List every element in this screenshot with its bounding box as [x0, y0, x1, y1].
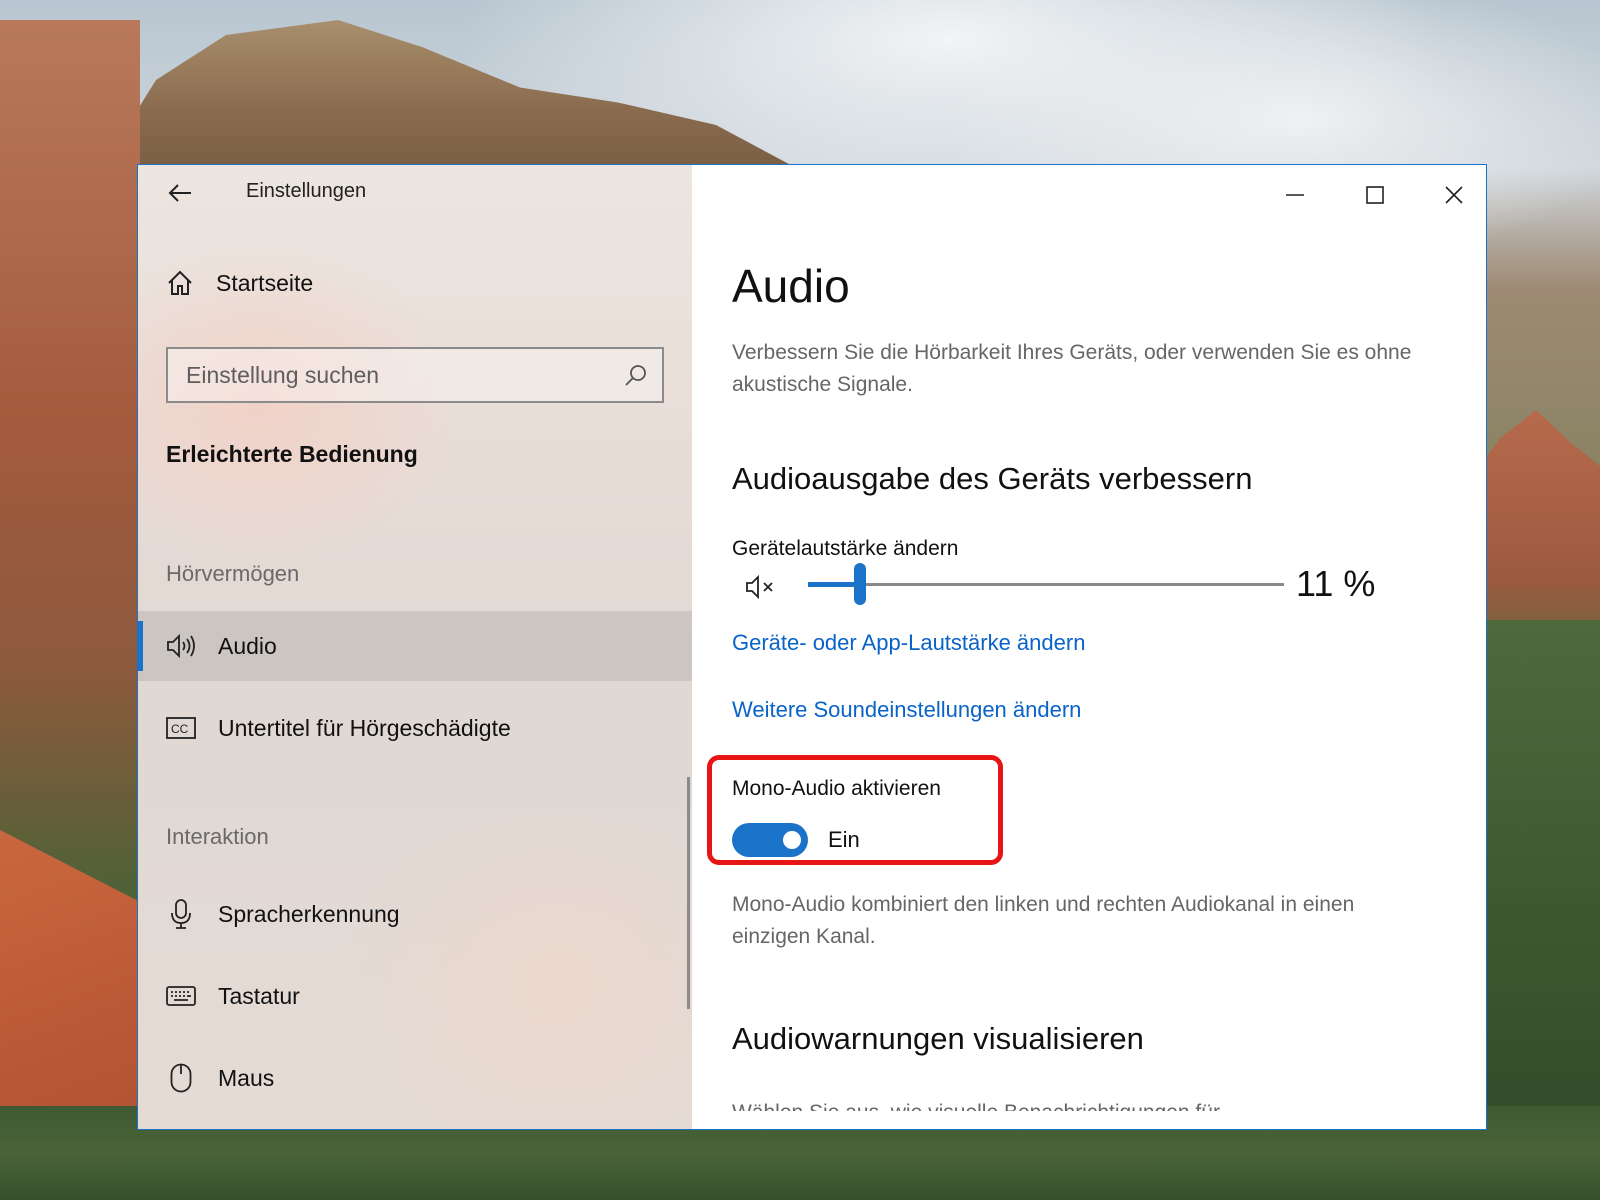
close-icon — [1445, 186, 1463, 204]
sidebar: Einstellungen Startseite Erleichterte Be… — [138, 165, 692, 1129]
mono-audio-label: Mono-Audio aktivieren — [732, 777, 941, 800]
main-pane: Audio Verbessern Sie die Hörbarkeit Ihre… — [692, 165, 1486, 1129]
sidebar-item-mouse[interactable]: Maus — [138, 1043, 692, 1113]
sidebar-item-captions[interactable]: CC Untertitel für Hörgeschädigte — [138, 693, 692, 763]
mouse-icon — [164, 1063, 198, 1093]
volume-slider[interactable] — [808, 563, 1284, 605]
minimize-button[interactable] — [1270, 175, 1320, 215]
maximize-button[interactable] — [1350, 175, 1400, 215]
sidebar-item-audio[interactable]: Audio — [138, 611, 692, 681]
page-description: Verbessern Sie die Hörbarkeit Ihres Gerä… — [732, 341, 1412, 396]
mono-audio-state: Ein — [828, 827, 860, 852]
volume-slider-fill — [808, 582, 860, 587]
page-title: Audio — [732, 260, 850, 312]
settings-window: Einstellungen Startseite Erleichterte Be… — [137, 164, 1487, 1130]
search-icon[interactable] — [624, 363, 648, 387]
mono-audio-toggle[interactable] — [732, 823, 808, 857]
volume-value: 11 % — [1296, 563, 1376, 604]
maximize-icon — [1366, 186, 1384, 204]
more-sound-settings-link[interactable]: Weitere Soundeinstellungen ändern — [732, 697, 1081, 723]
speaker-icon — [164, 633, 198, 659]
close-button[interactable] — [1429, 175, 1479, 215]
microphone-icon — [164, 899, 198, 929]
sidebar-item-label: Tastatur — [218, 982, 300, 1009]
section-heading-output: Audioausgabe des Geräts verbessern — [732, 461, 1253, 496]
sidebar-item-label: Maus — [218, 1064, 275, 1091]
section-heading-warnings: Audiowarnungen visualisieren — [732, 1021, 1144, 1056]
toggle-knob — [783, 831, 801, 849]
sidebar-item-label: Untertitel für Hörgeschädigte — [218, 714, 511, 741]
sidebar-item-label: Spracherkennung — [218, 900, 400, 927]
search-input[interactable] — [186, 361, 606, 389]
app-volume-link[interactable]: Geräte- oder App-Lautstärke ändern — [732, 630, 1085, 656]
back-arrow-icon — [168, 184, 191, 202]
warnings-description-partial: Wählen Sie aus, wie visuelle Benachricht… — [732, 1097, 1220, 1111]
closed-captions-icon: CC — [164, 717, 198, 739]
group-heading-hearing: Hörvermögen — [166, 561, 300, 586]
volume-control: 11 % — [744, 563, 1384, 607]
back-button[interactable] — [166, 179, 194, 207]
svg-text:CC: CC — [171, 722, 189, 736]
active-indicator — [138, 621, 143, 671]
home-icon — [168, 270, 192, 295]
home-label: Startseite — [216, 269, 314, 296]
sidebar-item-speech[interactable]: Spracherkennung — [138, 879, 692, 949]
group-heading-interaction: Interaktion — [166, 824, 269, 849]
search-box[interactable] — [166, 347, 664, 403]
sidebar-item-label: Audio — [218, 632, 277, 659]
minimize-icon — [1286, 194, 1304, 196]
sidebar-scrollbar[interactable] — [687, 777, 690, 1009]
volume-slider-thumb[interactable] — [854, 563, 866, 605]
volume-label: Gerätelautstärke ändern — [732, 537, 959, 560]
keyboard-icon — [164, 986, 198, 1006]
window-title: Einstellungen — [246, 180, 367, 202]
sidebar-item-keyboard[interactable]: Tastatur — [138, 961, 692, 1031]
speaker-muted-icon[interactable] — [744, 573, 782, 606]
desktop-rock-formation — [100, 20, 800, 170]
home-nav-item[interactable]: Startseite — [166, 269, 313, 297]
category-heading: Erleichterte Bedienung — [166, 441, 418, 467]
mono-audio-description: Mono-Audio kombiniert den linken und rec… — [732, 893, 1355, 948]
